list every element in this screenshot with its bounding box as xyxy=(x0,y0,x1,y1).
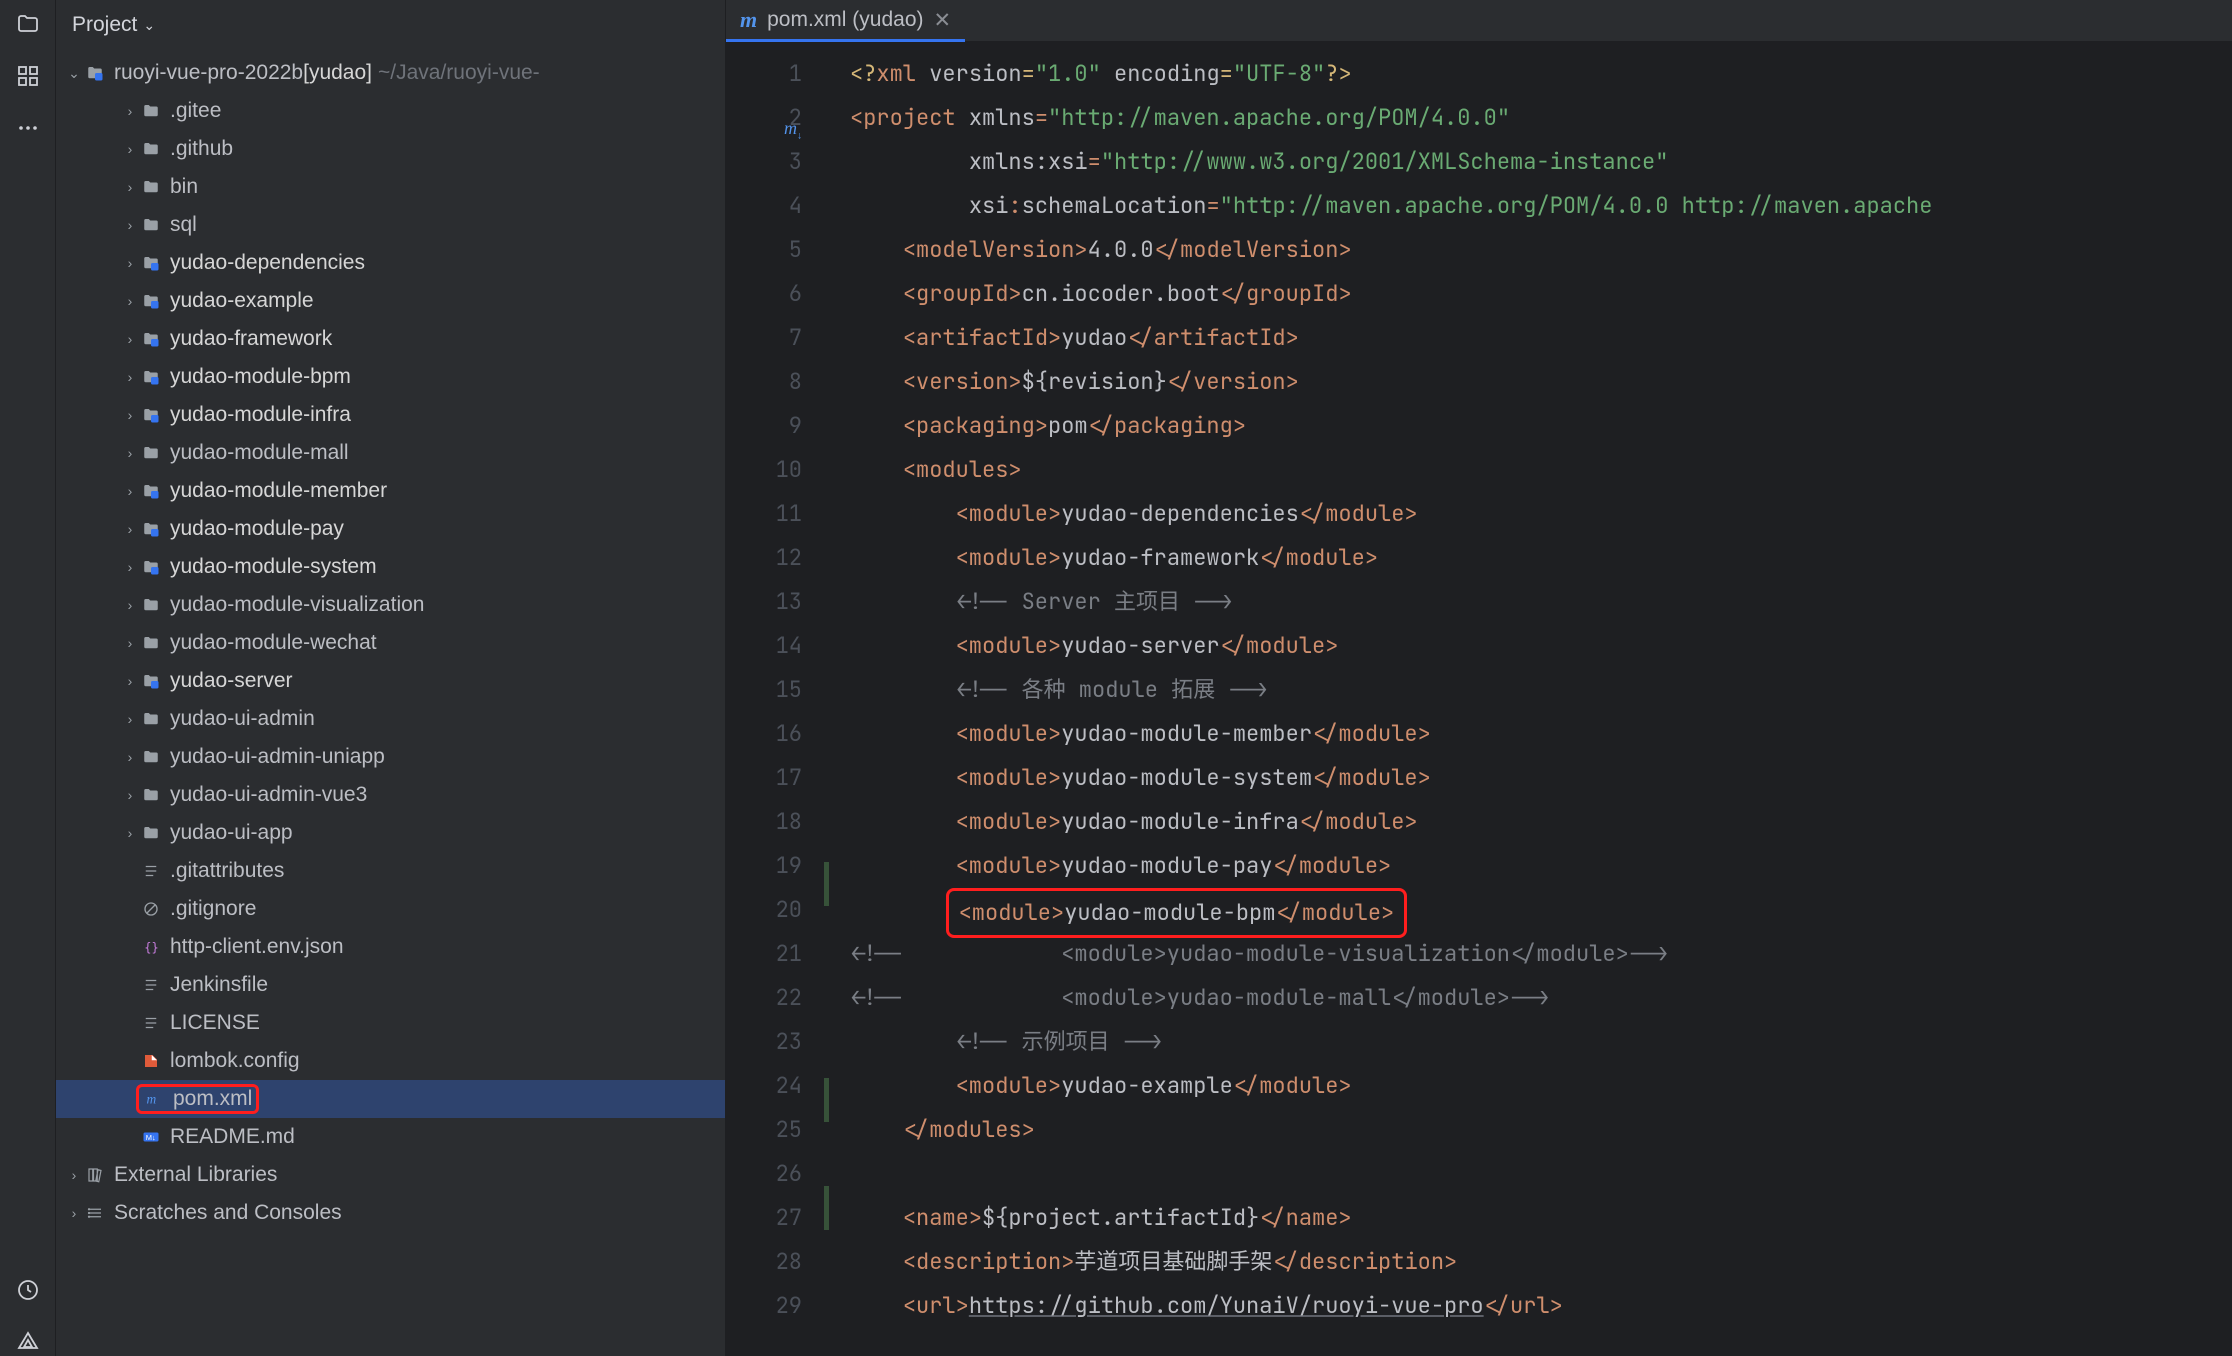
code-line-28: <description>芋道项目基础脚手架</description> xyxy=(850,1240,2232,1284)
tree-item-yudao-module-system[interactable]: ›yudao-module-system xyxy=(56,548,725,586)
close-icon[interactable]: ✕ xyxy=(934,8,952,33)
project-panel-header[interactable]: Project ⌄ xyxy=(56,0,725,50)
tree-item-yudao-module-visualization[interactable]: ›yudao-module-visualization xyxy=(56,586,725,624)
tree-item-yudao-module-bpm[interactable]: ›yudao-module-bpm xyxy=(56,358,725,396)
code-line-7: <artifactId>yudao</artifactId> xyxy=(850,316,2232,360)
maven-icon: m xyxy=(740,7,757,33)
tree-item-yudao-module-pay[interactable]: ›yudao-module-pay xyxy=(56,510,725,548)
tree-item-yudao-ui-app[interactable]: ›yudao-ui-app xyxy=(56,814,725,852)
code-line-9: <packaging>pom</packaging> xyxy=(850,404,2232,448)
code-line-19: <module>yudao-module-pay</module> xyxy=(850,844,2232,888)
gutter: 12m↓345678910111213141516171819202122232… xyxy=(726,42,818,1356)
tree-item-Jenkinsfile[interactable]: Jenkinsfile xyxy=(56,966,725,1004)
tree-item-yudao-module-wechat[interactable]: ›yudao-module-wechat xyxy=(56,624,725,662)
change-markers xyxy=(818,42,836,1356)
code-line-20: <module>yudao-module-bpm</module>取消注释 xyxy=(850,888,2232,932)
code-line-29: <url>https://github.com/YunaiV/ruoyi-vue… xyxy=(850,1284,2232,1328)
tree-item-yudao-dependencies[interactable]: ›yudao-dependencies xyxy=(56,244,725,282)
code-line-21: <!-- <module>yudao-module-visualization<… xyxy=(850,932,2232,976)
tree-root[interactable]: ⌄ruoyi-vue-pro-2022b [yudao]~/Java/ruoyi… xyxy=(56,54,725,92)
code-line-1: <?xml version="1.0" encoding="UTF-8"?> xyxy=(850,52,2232,96)
run-icon[interactable] xyxy=(14,1328,42,1356)
editor-tabs: m pom.xml (yudao) ✕ xyxy=(726,0,2232,42)
code-line-13: <!-- Server 主项目 --> xyxy=(850,580,2232,624)
tree-item-pom.xml[interactable]: mpom.xml xyxy=(56,1080,725,1118)
svg-text:M↓: M↓ xyxy=(146,1133,156,1142)
code-line-14: <module>yudao-server</module> xyxy=(850,624,2232,668)
code-line-11: <module>yudao-dependencies</module> xyxy=(850,492,2232,536)
tree-item-lombok.config[interactable]: lombok.config xyxy=(56,1042,725,1080)
folder-icon[interactable] xyxy=(14,10,42,38)
tree-item-sql[interactable]: ›sql xyxy=(56,206,725,244)
editor-area: m pom.xml (yudao) ✕ 12m↓3456789101112131… xyxy=(726,0,2232,1356)
tree-item-yudao-server[interactable]: ›yudao-server xyxy=(56,662,725,700)
code-line-17: <module>yudao-module-system</module> xyxy=(850,756,2232,800)
clock-icon[interactable] xyxy=(14,1276,42,1304)
code-line-4: xsi:schemaLocation="http://maven.apache.… xyxy=(850,184,2232,228)
code-line-27: <name>${project.artifactId}</name> xyxy=(850,1196,2232,1240)
code-line-15: <!-- 各种 module 拓展 --> xyxy=(850,668,2232,712)
tree-item-yudao-module-infra[interactable]: ›yudao-module-infra xyxy=(56,396,725,434)
more-icon[interactable] xyxy=(14,114,42,142)
code-editor[interactable]: 12m↓345678910111213141516171819202122232… xyxy=(726,42,2232,1356)
tree-scratches[interactable]: ›Scratches and Consoles xyxy=(56,1194,725,1232)
code-line-10: <modules> xyxy=(850,448,2232,492)
code-line-24: <module>yudao-example</module> xyxy=(850,1064,2232,1108)
tree-item-yudao-example[interactable]: ›yudao-example xyxy=(56,282,725,320)
tree-item-yudao-module-member[interactable]: ›yudao-module-member xyxy=(56,472,725,510)
tab-pom-xml[interactable]: m pom.xml (yudao) ✕ xyxy=(726,0,965,41)
tree-item-.gitee[interactable]: ›.gitee xyxy=(56,92,725,130)
tree-item-.gitattributes[interactable]: .gitattributes xyxy=(56,852,725,890)
left-rail xyxy=(0,0,56,1356)
code-line-12: <module>yudao-framework</module> xyxy=(850,536,2232,580)
code-line-3: xmlns:xsi="http://www.w3.org/2001/XMLSch… xyxy=(850,140,2232,184)
tree-item-yudao-ui-admin[interactable]: ›yudao-ui-admin xyxy=(56,700,725,738)
code-line-2: <project xmlns="http://maven.apache.org/… xyxy=(850,96,2232,140)
tree-item-yudao-ui-admin-vue3[interactable]: ›yudao-ui-admin-vue3 xyxy=(56,776,725,814)
svg-text:{}: {} xyxy=(144,941,158,955)
tree-item-http-client.env.json[interactable]: {}http-client.env.json xyxy=(56,928,725,966)
chevron-down-icon: ⌄ xyxy=(143,17,155,34)
project-panel: Project ⌄ ⌄ruoyi-vue-pro-2022b [yudao]~/… xyxy=(56,0,726,1356)
tree-item-LICENSE[interactable]: LICENSE xyxy=(56,1004,725,1042)
tab-label: pom.xml (yudao) xyxy=(767,8,923,32)
project-tree[interactable]: ⌄ruoyi-vue-pro-2022b [yudao]~/Java/ruoyi… xyxy=(56,50,725,1356)
svg-text:m: m xyxy=(147,1092,157,1107)
tree-item-bin[interactable]: ›bin xyxy=(56,168,725,206)
code-line-5: <modelVersion>4.0.0</modelVersion> xyxy=(850,228,2232,272)
tree-item-.github[interactable]: ›.github xyxy=(56,130,725,168)
code-line-25: </modules> xyxy=(850,1108,2232,1152)
code-line-8: <version>${revision}</version> xyxy=(850,360,2232,404)
code-line-23: <!-- 示例项目 --> xyxy=(850,1020,2232,1064)
code-line-26 xyxy=(850,1152,2232,1196)
tree-item-.gitignore[interactable]: .gitignore xyxy=(56,890,725,928)
code-line-16: <module>yudao-module-member</module> xyxy=(850,712,2232,756)
tree-external-libraries[interactable]: ›External Libraries xyxy=(56,1156,725,1194)
tree-item-yudao-framework[interactable]: ›yudao-framework xyxy=(56,320,725,358)
tree-item-yudao-ui-admin-uniapp[interactable]: ›yudao-ui-admin-uniapp xyxy=(56,738,725,776)
tree-item-README.md[interactable]: M↓README.md xyxy=(56,1118,725,1156)
tree-item-yudao-module-mall[interactable]: ›yudao-module-mall xyxy=(56,434,725,472)
code-line-6: <groupId>cn.iocoder.boot</groupId> xyxy=(850,272,2232,316)
code-line-22: <!-- <module>yudao-module-mall</module>-… xyxy=(850,976,2232,1020)
project-panel-title: Project xyxy=(72,13,137,37)
code-lines[interactable]: <?xml version="1.0" encoding="UTF-8"?><p… xyxy=(836,42,2232,1356)
structure-icon[interactable] xyxy=(14,62,42,90)
code-line-18: <module>yudao-module-infra</module> xyxy=(850,800,2232,844)
